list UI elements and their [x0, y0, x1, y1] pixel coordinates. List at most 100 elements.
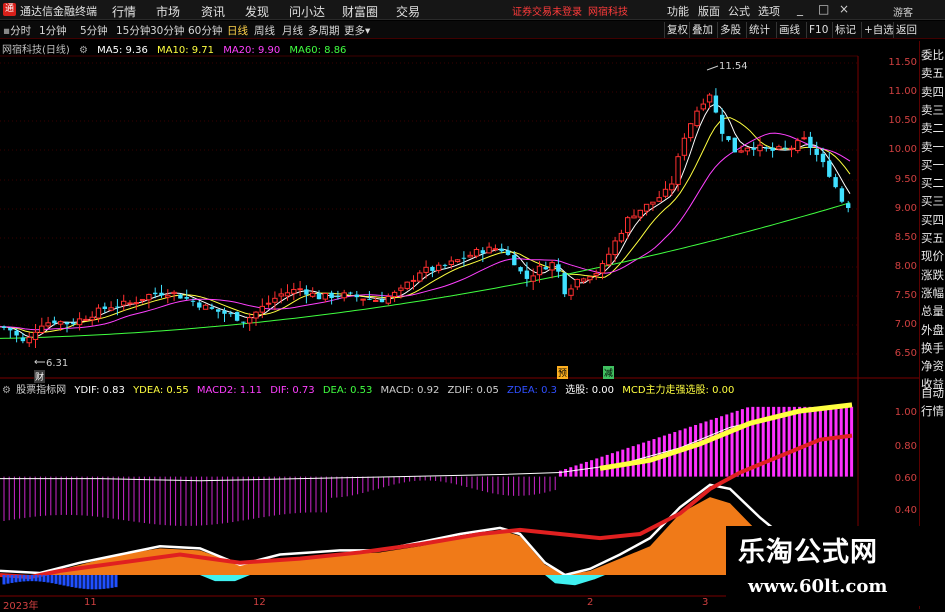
price-axis-label: 8.50: [894, 232, 917, 243]
candle-body: [133, 302, 140, 305]
zdea-label: ZDEA: 0.3: [507, 385, 558, 396]
side-item[interactable]: 委比: [921, 46, 945, 65]
side-item[interactable]: 卖一: [921, 138, 945, 157]
candle-body: [216, 309, 221, 312]
side-item[interactable]: 买五: [921, 229, 945, 248]
candle-body: [751, 147, 756, 150]
kline-chart[interactable]: 11.54 ← 6.31: [0, 0, 945, 609]
indicator-axis-label: 0.80: [894, 441, 917, 452]
xuangu-label: 选股: 0.00: [565, 385, 615, 396]
candle-body: [562, 272, 567, 295]
side-item[interactable]: 总量: [921, 302, 945, 321]
candle-body: [404, 281, 410, 289]
side-item[interactable]: 涨跌: [921, 266, 945, 285]
side-item[interactable]: 买四: [921, 211, 945, 230]
side-item[interactable]: 外盘: [921, 321, 945, 340]
candle-body: [808, 136, 813, 148]
candle-body: [272, 297, 278, 303]
candle-body: [385, 296, 392, 304]
price-axis-label: 9.50: [894, 174, 917, 185]
tag-yu[interactable]: 预: [557, 366, 569, 379]
candle-body: [398, 287, 404, 291]
candle-body: [32, 331, 39, 340]
candle-body: [95, 307, 102, 319]
price-axis-label: 11.50: [888, 57, 917, 68]
candle-body: [814, 148, 819, 155]
candle-body: [524, 270, 530, 279]
candle-body: [776, 146, 782, 150]
ydif-label: YDIF: 0.83: [74, 385, 125, 396]
zdif-label: ZDIF: 0.05: [447, 385, 499, 396]
candle-body: [543, 267, 548, 270]
side-item[interactable]: 卖三: [921, 101, 945, 120]
candle-body: [574, 278, 580, 288]
side-item[interactable]: 买二: [921, 174, 945, 193]
candle-body: [788, 147, 795, 150]
candle-body: [839, 188, 845, 202]
indicator-settings-icon[interactable]: ⚙: [2, 385, 11, 396]
candle-body: [64, 322, 70, 325]
candle-body: [486, 246, 492, 254]
candle-body: [454, 259, 461, 263]
candle-body: [675, 156, 681, 185]
candle-body: [184, 296, 189, 299]
side-item[interactable]: 卖五: [921, 64, 945, 83]
side-item[interactable]: 卖二: [921, 119, 945, 138]
candle-body: [417, 272, 423, 282]
candle-body: [367, 298, 372, 300]
indicator-axis-label: 0.60: [894, 473, 917, 484]
candle-body: [744, 147, 751, 152]
candle-body: [146, 293, 152, 301]
candle-body: [448, 260, 455, 266]
candle-body: [379, 299, 385, 303]
side-item[interactable]: 卖四: [921, 83, 945, 102]
candle-body: [764, 147, 769, 149]
candle-body: [20, 337, 26, 342]
candle-body: [139, 298, 146, 301]
candle-body: [291, 288, 297, 294]
candle-body: [222, 310, 227, 314]
candle-body: [436, 264, 442, 271]
candle-body: [467, 254, 473, 258]
side-item[interactable]: 现价: [921, 247, 945, 266]
candle-body: [52, 320, 57, 324]
tag-jian[interactable]: 减: [603, 366, 615, 379]
candle-body: [247, 317, 253, 324]
candle-body: [625, 217, 631, 234]
price-axis-label: 10.50: [888, 115, 917, 126]
side-bottom-item[interactable]: 自动: [921, 384, 945, 403]
watermark-url: www.60lt.com: [748, 576, 888, 597]
candle-body: [473, 249, 480, 257]
candle-body: [178, 294, 183, 299]
macd2-label: MACD2: 1.11: [196, 385, 263, 396]
candle-body: [505, 250, 511, 255]
side-item[interactable]: 买一: [921, 156, 945, 175]
candle-body: [108, 307, 114, 311]
ydif-line: [0, 404, 853, 482]
indicator-layer: [0, 402, 854, 590]
candle-body: [228, 313, 233, 315]
side-item[interactable]: 涨幅: [921, 284, 945, 303]
price-axis-label: 7.50: [894, 290, 917, 301]
candle-body: [58, 321, 64, 325]
candle-body: [650, 201, 656, 205]
candle-body: [681, 137, 688, 156]
side-item[interactable]: 买三: [921, 192, 945, 211]
candle-body: [253, 311, 259, 319]
candle-body: [430, 266, 435, 271]
candle-body: [492, 248, 499, 251]
side-bottom-item[interactable]: 行情: [921, 402, 945, 421]
candle-body: [637, 209, 643, 218]
candle-body: [310, 292, 316, 297]
candle-body: [335, 296, 341, 298]
candle-body: [410, 279, 417, 282]
candle-body: [341, 292, 347, 299]
candle-body: [209, 307, 215, 309]
cyan-area-2: [200, 575, 250, 582]
price-axis-label: 10.00: [888, 144, 917, 155]
side-item[interactable]: 净资: [921, 357, 945, 376]
candle-body: [115, 306, 120, 308]
candle-body: [354, 294, 359, 298]
candle-body: [360, 298, 366, 301]
side-item[interactable]: 换手: [921, 339, 945, 358]
